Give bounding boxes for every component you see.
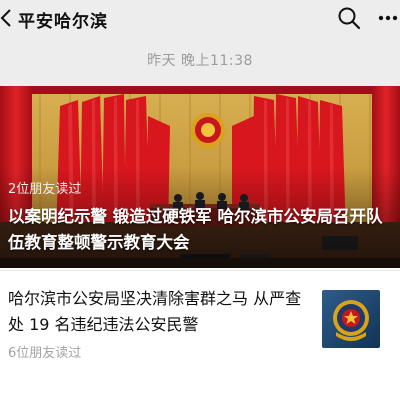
more-dots-icon bbox=[378, 15, 398, 21]
top-bar: 平安哈尔滨 bbox=[0, 0, 400, 38]
hero-article[interactable]: 2位朋友读过 以案明纪示警 锻造过硬铁军 哈尔滨市公安局召开队伍教育整顿警示教育… bbox=[0, 86, 400, 268]
police-emblem-icon bbox=[322, 290, 380, 348]
page-title: 平安哈尔滨 bbox=[18, 12, 108, 32]
friends-read-count: 2位朋友读过 bbox=[8, 182, 82, 197]
back-chevron-icon bbox=[0, 9, 11, 27]
article-thumbnail bbox=[322, 290, 380, 348]
friends-read-count: 6位朋友读过 bbox=[8, 346, 82, 361]
hero-article-title: 以案明纪示警 锻造过硬铁军 哈尔滨市公安局召开队伍教育整顿警示教育大会 bbox=[8, 207, 383, 252]
search-icon bbox=[338, 7, 361, 30]
chat-page: 平安哈尔滨 昨天 晚上11:38 2位朋友读过 以案明纪示警 锻造过硬铁军 哈尔… bbox=[0, 0, 400, 400]
article-card: 2位朋友读过 以案明纪示警 锻造过硬铁军 哈尔滨市公安局召开队伍教育整顿警示教育… bbox=[0, 86, 400, 400]
article-item[interactable]: 哈尔滨市公安局坚决清除害群之马 从严查处 19 名违纪违法公安民警 6位朋友读过 bbox=[0, 276, 400, 372]
article-title: 哈尔滨市公安局坚决清除害群之马 从严查处 19 名违纪违法公安民警 bbox=[8, 289, 302, 334]
message-timestamp: 昨天 晚上11:38 bbox=[147, 53, 253, 69]
more-button[interactable] bbox=[376, 5, 400, 31]
back-button[interactable] bbox=[0, 6, 16, 30]
divider bbox=[0, 270, 400, 271]
search-button[interactable] bbox=[336, 5, 362, 31]
